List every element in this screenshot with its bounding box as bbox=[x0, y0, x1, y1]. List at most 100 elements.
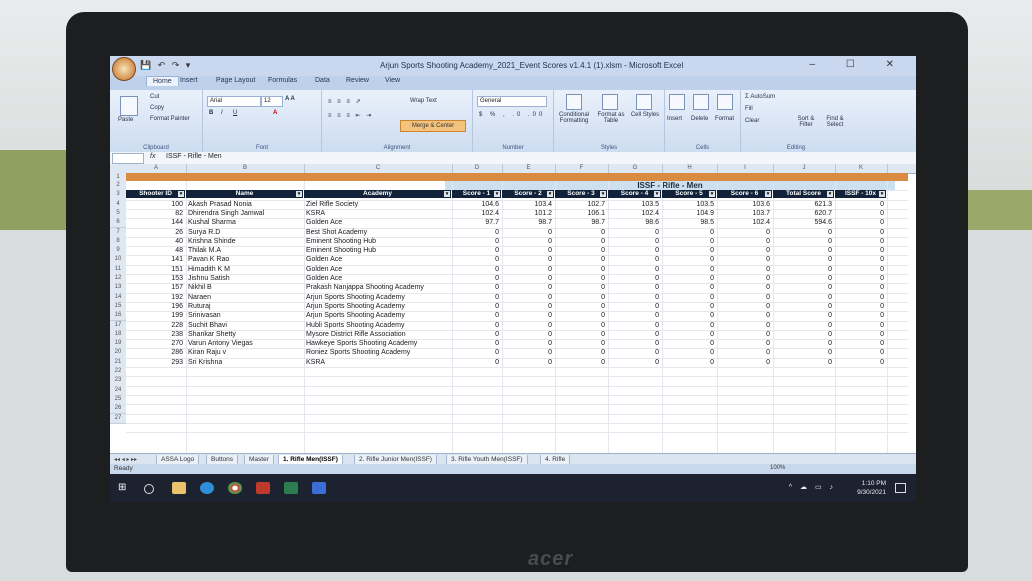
table-cell[interactable]: 0 bbox=[835, 237, 887, 246]
table-cell[interactable]: 0 bbox=[835, 330, 887, 339]
table-cell[interactable]: 0 bbox=[662, 255, 717, 264]
table-cell[interactable]: 0 bbox=[555, 255, 608, 264]
table-cell[interactable]: 101.2 bbox=[502, 209, 555, 218]
format-button[interactable]: Format bbox=[715, 116, 734, 122]
table-cell[interactable]: 98.5 bbox=[662, 218, 717, 227]
filter-dropdown-icon[interactable]: ▾ bbox=[765, 191, 771, 197]
table-cell[interactable]: 0 bbox=[555, 228, 608, 237]
table-cell[interactable]: 270 bbox=[126, 339, 186, 348]
table-cell[interactable]: Eminent Shooting Hub bbox=[306, 237, 454, 246]
table-cell[interactable]: 0 bbox=[835, 228, 887, 237]
table-cell[interactable]: 0 bbox=[608, 302, 662, 311]
formula-input[interactable]: ISSF - Rifle - Men bbox=[166, 153, 222, 160]
table-header-cell[interactable]: Academy ▾ bbox=[304, 190, 451, 198]
table-cell[interactable]: 0 bbox=[835, 246, 887, 255]
table-cell[interactable]: 0 bbox=[502, 339, 555, 348]
table-cell[interactable]: 0 bbox=[555, 348, 608, 357]
table-cell[interactable]: Dhirendra Singh Jamwal bbox=[188, 209, 306, 218]
table-cell[interactable]: 48 bbox=[126, 246, 186, 255]
office-button[interactable] bbox=[112, 57, 136, 81]
table-cell[interactable]: 0 bbox=[773, 321, 835, 330]
table-cell[interactable]: Golden Ace bbox=[306, 274, 454, 283]
table-cell[interactable]: 0 bbox=[502, 358, 555, 367]
filter-dropdown-icon[interactable]: ▾ bbox=[547, 191, 553, 197]
zoom-app-icon[interactable] bbox=[312, 482, 326, 494]
paste-icon[interactable] bbox=[120, 96, 138, 116]
table-cell[interactable]: 0 bbox=[502, 246, 555, 255]
notification-icon[interactable] bbox=[895, 483, 906, 493]
filter-dropdown-icon[interactable]: ▾ bbox=[444, 191, 450, 197]
table-cell[interactable]: 0 bbox=[452, 255, 502, 264]
table-cell[interactable]: 0 bbox=[717, 311, 773, 320]
table-cell[interactable]: 0 bbox=[452, 339, 502, 348]
table-cell[interactable]: 621.3 bbox=[773, 200, 835, 209]
table-cell[interactable]: Kiran Raju v bbox=[188, 348, 306, 357]
table-cell[interactable]: 0 bbox=[555, 302, 608, 311]
merge-center-button[interactable]: Merge & Center bbox=[400, 120, 466, 132]
table-header-cell[interactable]: Score - 2 ▾ bbox=[502, 190, 554, 198]
font-color-button[interactable]: A bbox=[273, 110, 277, 116]
taskbar-clock[interactable]: 1:10 PM 9/30/2021 bbox=[857, 479, 886, 497]
table-cell[interactable]: 0 bbox=[555, 283, 608, 292]
filter-dropdown-icon[interactable]: ▾ bbox=[178, 191, 184, 197]
column-header-f[interactable]: F bbox=[555, 164, 609, 173]
table-cell[interactable]: 199 bbox=[126, 311, 186, 320]
table-cell[interactable]: 0 bbox=[773, 348, 835, 357]
table-cell[interactable]: 0 bbox=[717, 265, 773, 274]
window-controls[interactable]: – ☐ ✕ bbox=[810, 59, 908, 70]
table-cell[interactable]: 0 bbox=[608, 321, 662, 330]
table-cell[interactable]: Thilak M.A bbox=[188, 246, 306, 255]
table-cell[interactable]: 0 bbox=[608, 246, 662, 255]
table-cell[interactable]: 0 bbox=[555, 339, 608, 348]
table-cell[interactable]: 0 bbox=[608, 330, 662, 339]
table-cell[interactable]: 0 bbox=[717, 321, 773, 330]
table-cell[interactable]: 0 bbox=[608, 255, 662, 264]
underline-button[interactable]: U bbox=[233, 110, 237, 116]
table-cell[interactable]: Golden Ace bbox=[306, 218, 454, 227]
table-cell[interactable]: 0 bbox=[608, 348, 662, 357]
table-cell[interactable]: 0 bbox=[835, 209, 887, 218]
table-cell[interactable]: 0 bbox=[773, 283, 835, 292]
table-cell[interactable]: 0 bbox=[717, 274, 773, 283]
table-cell[interactable]: Surya R.D bbox=[188, 228, 306, 237]
format-cells-icon[interactable] bbox=[717, 94, 733, 110]
table-cell[interactable]: Akash Prasad Nonia bbox=[188, 200, 306, 209]
table-cell[interactable]: 0 bbox=[452, 237, 502, 246]
table-cell[interactable]: Himadith K M bbox=[188, 265, 306, 274]
autosum-button[interactable]: Σ AutoSum bbox=[745, 94, 775, 100]
table-cell[interactable]: Nikhil B bbox=[188, 283, 306, 292]
edge-browser-icon[interactable] bbox=[200, 482, 214, 494]
table-cell[interactable]: 286 bbox=[126, 348, 186, 357]
copy-button[interactable]: Copy bbox=[150, 105, 164, 111]
number-format-buttons[interactable]: $ % , .0 .00 bbox=[479, 112, 545, 118]
table-cell[interactable]: 0 bbox=[555, 265, 608, 274]
table-header-cell[interactable]: Score - 3 ▾ bbox=[555, 190, 607, 198]
table-cell[interactable]: 103.4 bbox=[502, 200, 555, 209]
table-cell[interactable]: 102.7 bbox=[555, 200, 608, 209]
table-cell[interactable]: 0 bbox=[452, 321, 502, 330]
zoom-level[interactable]: 100% bbox=[770, 465, 785, 471]
table-cell[interactable]: 0 bbox=[502, 237, 555, 246]
table-header-cell[interactable]: Total Score ▾ bbox=[773, 190, 834, 198]
excel-taskbar-icon[interactable] bbox=[284, 482, 298, 494]
table-cell[interactable]: 0 bbox=[717, 246, 773, 255]
table-cell[interactable]: 0 bbox=[773, 330, 835, 339]
table-cell[interactable]: 0 bbox=[773, 237, 835, 246]
table-cell[interactable]: 0 bbox=[502, 311, 555, 320]
table-cell[interactable]: 0 bbox=[502, 283, 555, 292]
table-cell[interactable]: 98.7 bbox=[502, 218, 555, 227]
table-cell[interactable]: 0 bbox=[773, 358, 835, 367]
paste-button[interactable]: Paste bbox=[118, 117, 133, 123]
search-icon[interactable] bbox=[144, 484, 154, 494]
table-cell[interactable]: 0 bbox=[717, 237, 773, 246]
table-cell[interactable]: 620.7 bbox=[773, 209, 835, 218]
table-cell[interactable]: 0 bbox=[555, 330, 608, 339]
grow-font-button[interactable]: A A bbox=[285, 96, 295, 102]
table-cell[interactable]: Sri Krishna bbox=[188, 358, 306, 367]
table-cell[interactable]: Mysore District Rifle Association bbox=[306, 330, 454, 339]
table-cell[interactable]: 293 bbox=[126, 358, 186, 367]
table-cell[interactable]: 151 bbox=[126, 265, 186, 274]
table-cell[interactable]: Pavan K Rao bbox=[188, 255, 306, 264]
table-cell[interactable]: 0 bbox=[502, 274, 555, 283]
font-name-select[interactable]: Arial bbox=[207, 96, 261, 107]
